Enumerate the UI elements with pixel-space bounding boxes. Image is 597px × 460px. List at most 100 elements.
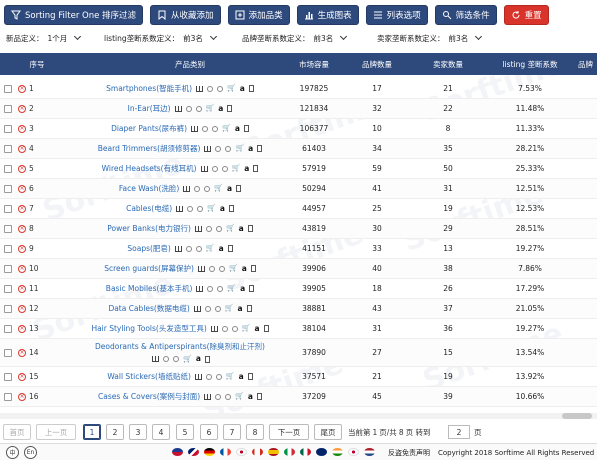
flag-uk-icon[interactable] [188,448,199,456]
view-icon[interactable] [187,205,194,212]
trend-chart-icon[interactable] [174,105,182,112]
category-link[interactable]: Basic Mobiles(基本手机) [106,283,193,294]
checkbox[interactable] [4,144,12,153]
document-icon[interactable] [263,325,269,332]
trend-chart-icon[interactable] [176,205,184,212]
remove-row[interactable]: × [18,319,28,338]
trend-chart-icon[interactable] [197,265,205,272]
table-row[interactable]: × 3 Diaper Pants(尿布裤) 🛒 a 106377 10 8 11.33% [0,119,597,139]
remove-row[interactable]: × [18,387,28,406]
view-icon[interactable] [215,145,222,152]
cart-icon[interactable]: 🛒 [207,205,216,212]
column-header-seller-count[interactable]: 卖家数量 [422,53,474,75]
remove-icon[interactable]: × [18,104,26,113]
checkbox[interactable] [4,224,12,233]
category-link[interactable]: Hair Styling Tools(头发造型工具) [91,323,206,334]
remove-row[interactable]: × [18,199,28,218]
cart-icon[interactable]: 🛒 [183,355,192,363]
trend-chart-icon[interactable] [196,85,204,92]
remove-icon[interactable]: × [18,184,26,193]
checkbox[interactable] [4,244,12,253]
checkbox[interactable] [4,392,12,401]
page-button-7[interactable]: 7 [223,424,241,440]
table-row[interactable]: × 9 Soaps(肥皂) 🛒 a 41151 33 13 19.27% [0,239,597,259]
trend-chart-icon[interactable] [194,225,202,232]
remove-row[interactable]: × [18,339,28,366]
brand-monopoly-definition-select[interactable]: 品牌垄断系数定义： 前3名 [242,32,348,44]
remove-row[interactable]: × [18,299,28,318]
checkbox[interactable] [4,304,12,313]
listing-monopoly-definition-select[interactable]: listing垄断系数定义： 前3名 [104,32,217,44]
view-icon[interactable] [221,325,228,332]
remove-row[interactable]: × [18,79,28,98]
view-icon[interactable] [194,185,201,192]
flag-mx-icon[interactable] [300,448,311,456]
remove-icon[interactable]: × [18,392,26,401]
checkbox[interactable] [4,264,12,273]
trend-chart-icon[interactable] [200,165,208,172]
view-icon[interactable] [204,305,211,312]
checkbox[interactable] [4,184,12,193]
document-icon[interactable] [250,265,256,272]
remove-icon[interactable]: × [18,372,26,381]
row-checkbox[interactable] [4,139,14,158]
remove-row[interactable]: × [18,219,28,238]
table-row[interactable]: × 10 Screen guards(屏幕保护) 🛒 a 39906 40 38 7.86% [0,259,597,279]
view-icon[interactable] [205,225,212,232]
document-icon[interactable] [247,225,253,232]
view-icon[interactable] [207,85,214,92]
flag-it-icon[interactable] [284,448,295,456]
column-header-index[interactable]: 序号 [14,53,60,75]
view-icon[interactable] [215,225,222,232]
add-category-button[interactable]: 添加品类 [227,5,290,25]
remove-row[interactable]: × [18,179,28,198]
category-link[interactable]: Cases & Covers(案例与封面) [98,391,200,402]
cart-icon[interactable]: 🛒 [206,245,215,252]
view-icon[interactable] [202,125,209,132]
lang-en-button[interactable]: En [24,446,37,459]
cart-icon[interactable]: 🛒 [229,265,238,272]
scrollbar-thumb[interactable] [562,413,592,419]
row-checkbox[interactable] [4,339,14,366]
flag-es-icon[interactable] [268,448,279,456]
trend-chart-icon[interactable] [193,305,201,312]
flag-nl-icon[interactable] [364,448,375,456]
trend-chart-icon[interactable] [191,125,199,132]
remove-icon[interactable]: × [18,204,26,213]
row-checkbox[interactable] [4,259,14,278]
amazon-icon[interactable]: a [196,355,201,363]
remove-row[interactable]: × [18,119,28,138]
document-icon[interactable] [248,85,254,92]
add-from-favorites-button[interactable]: 从收藏添加 [150,5,221,25]
remove-icon[interactable]: × [18,304,26,313]
remove-row[interactable]: × [18,159,28,178]
amazon-icon[interactable]: a [238,305,243,313]
remove-icon[interactable]: × [18,84,26,93]
view-icon[interactable] [217,85,224,92]
row-checkbox[interactable] [4,299,14,318]
page-button-6[interactable]: 6 [200,424,218,440]
table-row[interactable]: × 8 Power Banks(电力银行) 🛒 a 43819 30 29 28.51% [0,219,597,239]
seller-monopoly-definition-select[interactable]: 卖家垄断系数定义： 前3名 [377,32,483,44]
row-checkbox[interactable] [4,79,14,98]
remove-icon[interactable]: × [18,324,26,333]
view-icon[interactable] [215,373,222,380]
first-page-button[interactable]: 首页 [3,424,31,440]
amazon-icon[interactable]: a [235,125,240,133]
remove-row[interactable]: × [18,367,28,386]
document-icon[interactable] [228,205,234,212]
cart-icon[interactable]: 🛒 [226,225,235,232]
page-button-8[interactable]: 8 [246,424,264,440]
row-checkbox[interactable] [4,159,14,178]
table-row[interactable]: × 6 Face Wash(洗脸) 🛒 a 50294 41 31 12.51% [0,179,597,199]
remove-row[interactable]: × [18,279,28,298]
view-icon[interactable] [225,393,232,400]
sorting-filter-button[interactable]: Sorting Filter One 排序过滤 [4,5,144,25]
document-icon[interactable] [256,393,262,400]
last-page-button[interactable]: 尾页 [314,424,342,440]
cart-icon[interactable]: 🛒 [232,165,241,172]
document-icon[interactable] [236,185,242,192]
cart-icon[interactable]: 🛒 [214,185,223,192]
list-options-button[interactable]: 列表选项 [365,5,428,25]
category-link[interactable]: Wired Headsets(有线耳机) [102,163,197,174]
